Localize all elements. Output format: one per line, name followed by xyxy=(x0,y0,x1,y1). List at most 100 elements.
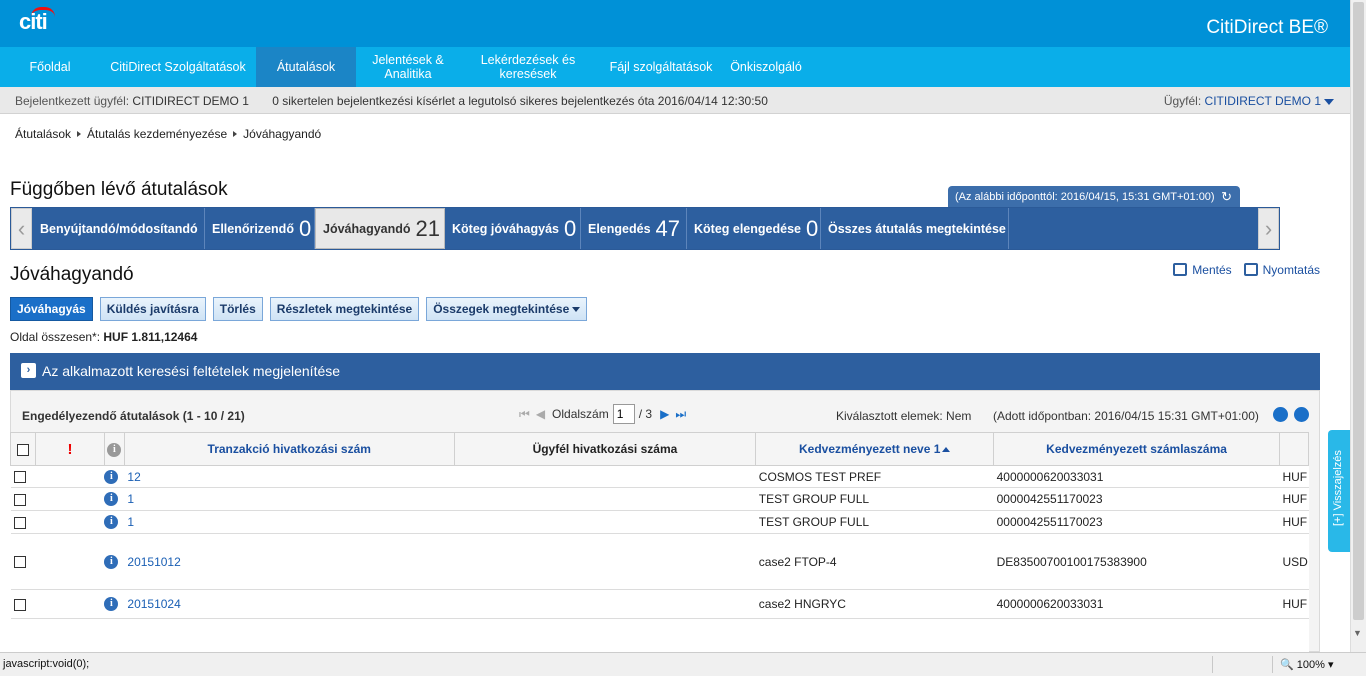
tab-benyujtando[interactable]: Benyújtandó/módosítandó xyxy=(33,208,205,249)
page-scrollbar[interactable]: ▼ xyxy=(1350,0,1366,652)
info-icon[interactable]: i xyxy=(104,515,119,530)
col-ref[interactable]: Tranzakció hivatkozási szám xyxy=(123,432,455,466)
row-ref[interactable]: 1 xyxy=(124,487,455,511)
row-account: DE83500700100175383900 xyxy=(993,533,1280,590)
tabs-prev-arrow[interactable]: ‹ xyxy=(11,208,32,249)
row-currency: USD xyxy=(1279,533,1309,590)
zoom-control[interactable]: 🔍 100% ▾ xyxy=(1280,658,1333,671)
brand-title: CitiDirect BE® xyxy=(1206,17,1328,38)
row-ref[interactable]: 20151012 xyxy=(124,533,455,590)
page-total-value: HUF 1.811,12464 xyxy=(103,330,198,344)
chevron-down-icon[interactable] xyxy=(1324,98,1334,105)
login-message: 0 sikertelen bejelentkezési kísérlet a l… xyxy=(272,94,768,108)
tab-elengedes[interactable]: Elengedés 47 xyxy=(581,208,687,249)
row-ref[interactable]: 20151024 xyxy=(124,589,455,619)
select-all-header[interactable] xyxy=(10,432,36,466)
row-checkbox-cell[interactable] xyxy=(10,510,36,534)
prev-page-icon[interactable]: ◀ xyxy=(536,407,545,421)
row-currency: HUF xyxy=(1279,510,1309,534)
tab-ellenorizendo[interactable]: Ellenőrizendő 0 xyxy=(205,208,315,249)
delete-button[interactable]: Törlés xyxy=(212,297,263,321)
tab-koteg-elengedese[interactable]: Köteg elengedése 0 xyxy=(687,208,821,249)
tab-koteg-jovahagyas[interactable]: Köteg jóváhagyás 0 xyxy=(445,208,581,249)
col-account[interactable]: Kedvezményezett számlaszáma xyxy=(993,432,1280,466)
details-button[interactable]: Részletek megtekintése xyxy=(269,297,420,321)
refresh-icon[interactable] xyxy=(1273,407,1288,422)
client-selector[interactable]: Ügyfél: CITIDIRECT DEMO 1 xyxy=(1164,94,1334,108)
send-fix-button[interactable]: Küldés javításra xyxy=(99,297,206,321)
select-all-checkbox[interactable] xyxy=(16,443,29,456)
as-of-timestamp: (Adott időpontban: 2016/04/15 15:31 GMT+… xyxy=(993,409,1259,423)
tab-jovahagyando[interactable]: Jóváhagyandó 21 xyxy=(315,208,445,249)
row-checkbox[interactable] xyxy=(13,598,26,611)
section-title: Jóváhagyandó xyxy=(10,264,134,285)
row-beneficiary: case2 FTOP-4 xyxy=(755,533,994,590)
row-ref[interactable]: 12 xyxy=(124,465,455,488)
col-client-ref[interactable]: Ügyfél hivatkozási száma xyxy=(453,432,757,466)
nav-item-fooldal[interactable]: Főoldal xyxy=(0,47,100,87)
citi-logo[interactable]: citi xyxy=(19,9,48,35)
row-ref[interactable]: 1 xyxy=(124,510,455,534)
feedback-tab[interactable]: [+] Visszajelzés xyxy=(1328,430,1350,552)
info-icon[interactable]: i xyxy=(104,554,119,569)
tab-count: 0 xyxy=(563,215,577,241)
last-page-icon[interactable]: ⏭ xyxy=(675,407,686,422)
info-icon[interactable]: i xyxy=(104,469,119,484)
next-page-icon[interactable]: ▶ xyxy=(660,407,669,421)
tab-count: 21 xyxy=(415,215,441,241)
table-row[interactable]: i 20151012 case2 FTOP-4 DE83500700100175… xyxy=(10,533,1309,590)
nav-item-fajl[interactable]: Fájl szolgáltatások xyxy=(596,47,726,87)
breadcrumb-item[interactable]: Átutalások xyxy=(15,127,71,141)
row-checkbox-cell[interactable] xyxy=(10,533,36,590)
col-currency[interactable] xyxy=(1278,432,1310,466)
search-criteria-toggle[interactable]: › Az alkalmazott keresési feltételek meg… xyxy=(10,353,1320,390)
page-label: Oldalszám xyxy=(552,407,609,421)
first-page-icon[interactable]: ⏮ xyxy=(519,407,530,422)
refresh-icon[interactable]: ↻ xyxy=(1221,189,1232,205)
amounts-dropdown-button[interactable]: Összegek megtekintése xyxy=(426,297,588,321)
table-row[interactable]: i 20151024 case2 HNGRYC 4000000620033031… xyxy=(10,589,1309,619)
row-checkbox-cell[interactable] xyxy=(10,465,36,488)
row-info-cell[interactable]: i xyxy=(104,533,125,590)
approve-button[interactable]: Jóváhagyás xyxy=(10,297,93,321)
row-info-cell[interactable]: i xyxy=(104,510,125,534)
scrollbar-thumb[interactable] xyxy=(1353,2,1364,620)
page-title: Függőben lévő átutalások xyxy=(10,179,228,200)
info-icon[interactable]: i xyxy=(104,492,119,507)
tabs-next-arrow[interactable]: › xyxy=(1258,208,1279,249)
breadcrumb-item[interactable]: Átutalás kezdeményezése xyxy=(87,127,227,141)
table-row[interactable]: i 1 TEST GROUP FULL 0000042551170023 HUF xyxy=(10,510,1309,534)
row-account: 4000000620033031 xyxy=(993,589,1280,619)
col-beneficiary[interactable]: Kedvezményezett neve 1 xyxy=(755,432,995,466)
row-checkbox[interactable] xyxy=(13,471,26,484)
row-client-ref xyxy=(454,487,756,511)
row-info-cell[interactable]: i xyxy=(104,589,125,619)
print-icon xyxy=(1243,263,1258,276)
info-icon[interactable]: i xyxy=(104,597,119,612)
row-info-cell[interactable]: i xyxy=(104,465,125,488)
gear-icon[interactable] xyxy=(1294,407,1310,422)
row-checkbox[interactable] xyxy=(13,516,26,529)
row-checkbox[interactable] xyxy=(13,493,26,506)
row-checkbox-cell[interactable] xyxy=(10,487,36,511)
tab-osszes[interactable]: Összes átutalás megtekintése xyxy=(821,208,1009,249)
page-number-input[interactable] xyxy=(612,404,635,424)
nav-item-onkiszolgalo[interactable]: Önkiszolgáló xyxy=(726,47,806,87)
table-row[interactable]: i 12 COSMOS TEST PREF 4000000620033031 H… xyxy=(10,465,1309,488)
nav-item-atutalasok[interactable]: Átutalások xyxy=(256,47,356,87)
table-row[interactable]: i 1 TEST GROUP FULL 0000042551170023 HUF xyxy=(10,487,1309,511)
print-action[interactable]: Nyomtatás xyxy=(1243,263,1320,277)
client-value[interactable]: CITIDIRECT DEMO 1 xyxy=(1205,94,1321,108)
search-criteria-label: Az alkalmazott keresési feltételek megje… xyxy=(42,363,341,379)
scroll-down-icon[interactable]: ▼ xyxy=(1353,628,1362,638)
row-info-cell[interactable]: i xyxy=(104,487,125,511)
nav-item-szolgaltatasok[interactable]: CitiDirect Szolgáltatások xyxy=(100,47,256,87)
nav-item-lekerdezesek[interactable]: Lekérdezések és keresések xyxy=(460,47,596,87)
action-buttons: Jóváhagyás Küldés javításra Törlés Részl… xyxy=(10,297,594,321)
row-checkbox-cell[interactable] xyxy=(10,589,36,619)
row-client-ref xyxy=(454,465,756,488)
row-checkbox[interactable] xyxy=(13,556,26,569)
nav-item-jelentesek[interactable]: Jelentések & Analitika xyxy=(356,47,460,87)
save-action[interactable]: Mentés xyxy=(1173,263,1232,277)
sort-order: 1 xyxy=(933,442,941,456)
